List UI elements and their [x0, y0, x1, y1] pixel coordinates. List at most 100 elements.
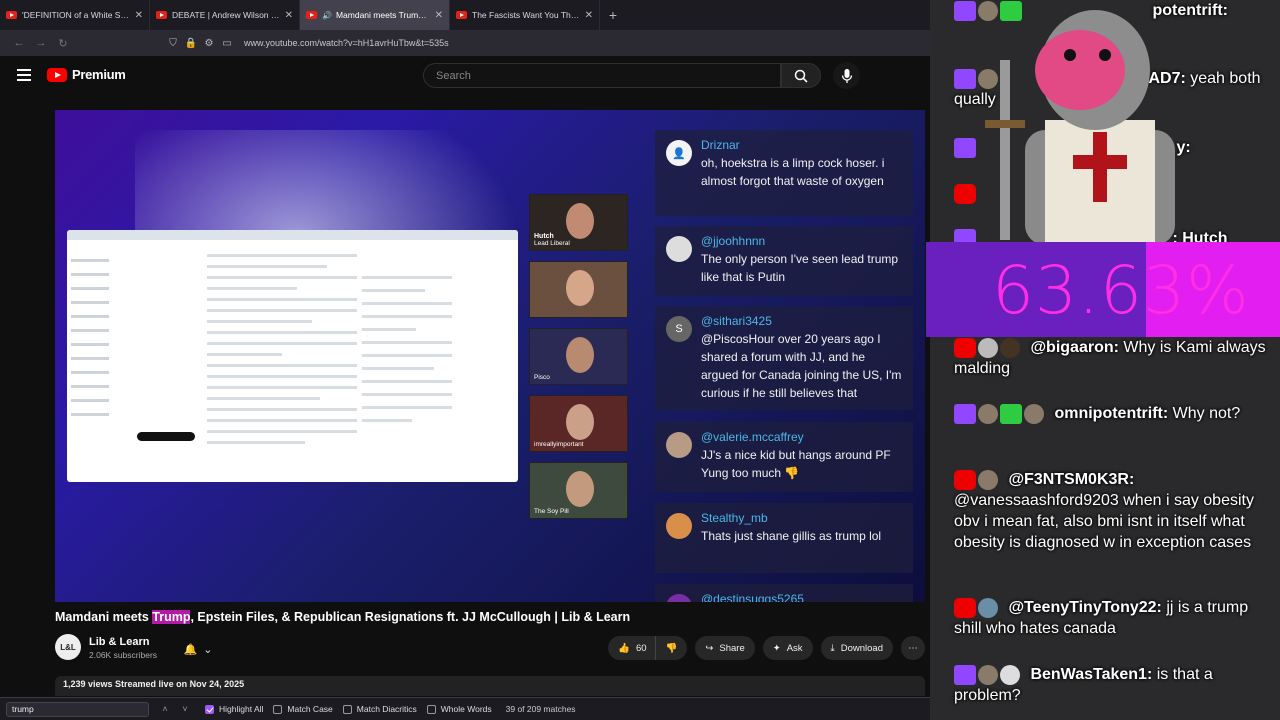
- back-icon[interactable]: ←: [8, 37, 30, 49]
- menu-icon[interactable]: [17, 69, 31, 81]
- address-bar: ← → ↻ ⛉ 🔒 ⚙ ▭ www.youtube.com/watch?v=hH…: [0, 30, 930, 56]
- reload-icon[interactable]: ↻: [52, 37, 74, 50]
- match-count: 39 of 209 matches: [505, 704, 576, 714]
- webcam-soy-pill: The Soy Pill: [529, 462, 628, 519]
- percentage-text: 63.63%: [992, 252, 1250, 329]
- webcam-hutch: Hutch Lead Liberal: [529, 194, 628, 251]
- channel-name[interactable]: Lib & Learn: [89, 636, 150, 648]
- whole-words-toggle[interactable]: Whole Words: [426, 704, 492, 714]
- tab-fascists[interactable]: The Fascists Want You Thin - Yo ✕: [450, 0, 600, 30]
- twitch-icon: [954, 664, 976, 685]
- youtube-icon: [954, 469, 976, 490]
- screen-share-x-post: [67, 230, 518, 482]
- overlay-chat-message: omnipotentrift: Why not?: [954, 403, 1269, 424]
- overlay-chat-message: @bigaaron: Why is Kami always malding: [954, 337, 1266, 377]
- speaker-icon[interactable]: 🔊: [322, 11, 332, 20]
- webcam-pisco: Pisco: [529, 328, 628, 385]
- twitch-icon: [954, 137, 976, 158]
- more-options-button[interactable]: ⋯: [901, 636, 925, 660]
- checkbox[interactable]: [273, 704, 283, 714]
- chevron-down-icon: ⌄: [203, 643, 213, 656]
- permissions-icon[interactable]: ⚙: [200, 38, 218, 49]
- highlight-all-toggle[interactable]: Highlight All: [205, 704, 263, 714]
- avatar: [978, 664, 998, 685]
- match-case-toggle[interactable]: Match Case: [273, 704, 333, 714]
- tab-mamdani[interactable]: 🔊 Mamdani meets Trump, Eps ✕: [300, 0, 450, 30]
- chat-message: S @sithari3425 @PiscosHour over 20 years…: [655, 306, 913, 410]
- avatar: [978, 337, 998, 358]
- option-label: Highlight All: [219, 704, 264, 714]
- badge-icon: [1000, 403, 1022, 424]
- avatar: [978, 597, 998, 618]
- search-button[interactable]: [781, 63, 821, 88]
- page-icon[interactable]: ▭: [218, 38, 236, 49]
- share-button[interactable]: ↪ Share: [695, 636, 755, 660]
- match-diacritics-toggle[interactable]: Match Diacritics: [342, 704, 417, 714]
- previous-match-icon[interactable]: ˄: [155, 704, 175, 714]
- youtube-icon: [306, 11, 317, 19]
- youtube-icon: [954, 183, 976, 204]
- checkbox-checked[interactable]: [205, 704, 214, 714]
- percentage-display: 63.63%: [926, 242, 1280, 337]
- tab-title: 'DEFINITION of a White Suprem: [22, 10, 131, 20]
- youtube-play-icon: [47, 67, 67, 82]
- find-in-page-bar: trump ˄ ˅ Highlight All Match Case Match…: [0, 697, 930, 720]
- checkbox[interactable]: [342, 704, 352, 714]
- bell-icon: 🔔: [183, 643, 198, 656]
- stream-chat-column: 👤 Driznar oh, hoekstra is a limp cock ho…: [655, 110, 915, 602]
- overlay-chat-message: @F3NTSM0K3R: @vanessaashford9203 when i …: [954, 469, 1254, 551]
- tab-title: The Fascists Want You Thin - Yo: [472, 10, 581, 20]
- find-input[interactable]: trump: [6, 701, 149, 717]
- youtube-logo[interactable]: Premium: [47, 67, 126, 82]
- video-stats[interactable]: 1,239 views Streamed live on Nov 24, 202…: [55, 676, 925, 696]
- avatar: [1024, 403, 1044, 424]
- avatar: [666, 594, 692, 602]
- close-icon[interactable]: ✕: [135, 10, 143, 21]
- chat-message: @jjoohhnnn The only person I've seen lea…: [655, 226, 913, 296]
- notification-bell-button[interactable]: 🔔 ⌄: [179, 638, 217, 660]
- chat-message: @valerie.mccaffrey JJ's a nice kid but h…: [655, 422, 913, 492]
- voice-search-button[interactable]: [833, 62, 860, 89]
- forward-icon[interactable]: →: [30, 37, 52, 49]
- twitch-icon: [954, 0, 976, 21]
- channel-avatar[interactable]: L&L: [55, 634, 81, 660]
- youtube-header: Premium Search: [0, 56, 930, 98]
- checkbox[interactable]: [426, 704, 436, 714]
- twitch-icon: [954, 403, 976, 424]
- avatar: [978, 469, 998, 490]
- url-field[interactable]: www.youtube.com/watch?v=hH1avrHuTbw&t=53…: [244, 38, 449, 48]
- avatar: [666, 432, 692, 458]
- ask-label: Ask: [786, 642, 803, 654]
- screen: 'DEFINITION of a White Suprem ✕ DEBATE |…: [0, 0, 1280, 720]
- video-player[interactable]: Hutch Lead Liberal Pisco imreallyimportan…: [55, 110, 925, 602]
- search-icon: [794, 69, 808, 83]
- more-icon: ⋯: [908, 642, 918, 654]
- avatar: [978, 403, 998, 424]
- download-button[interactable]: ⤓ Download: [820, 636, 893, 660]
- close-icon[interactable]: ✕: [585, 10, 593, 21]
- tab-white-supremacy[interactable]: 'DEFINITION of a White Suprem ✕: [0, 0, 150, 30]
- tab-debate[interactable]: DEBATE | Andrew Wilson vs. Co ✕: [150, 0, 300, 30]
- avatar: [666, 513, 692, 539]
- download-label: Download: [840, 642, 883, 654]
- next-match-icon[interactable]: ˅: [175, 704, 195, 714]
- ask-button[interactable]: ✦ Ask: [762, 636, 813, 660]
- shield-icon[interactable]: ⛉: [164, 38, 182, 49]
- sparkle-icon: ✦: [772, 642, 781, 654]
- chat-message: @destinsuggs5265: [655, 584, 913, 602]
- option-label: Match Case: [287, 704, 333, 714]
- twitch-icon: [954, 68, 976, 89]
- chat-message: Stealthy_mb Thats just shane gillis as t…: [655, 503, 913, 573]
- like-button[interactable]: 👍 60: [608, 636, 655, 660]
- channel-row: L&L Lib & Learn 2.06K subscribers 🔔 ⌄ 👍 …: [55, 634, 925, 664]
- dislike-button[interactable]: 👎: [654, 636, 688, 660]
- webcam-2: [529, 261, 628, 318]
- search-input[interactable]: Search: [423, 63, 781, 88]
- new-tab-button[interactable]: +: [600, 7, 626, 23]
- share-icon: ↪: [705, 642, 714, 654]
- close-icon[interactable]: ✕: [285, 10, 293, 21]
- close-icon[interactable]: ✕: [435, 10, 443, 21]
- youtube-icon: [456, 11, 467, 19]
- lock-icon[interactable]: 🔒: [182, 38, 200, 49]
- search-highlight: Trump: [152, 610, 191, 624]
